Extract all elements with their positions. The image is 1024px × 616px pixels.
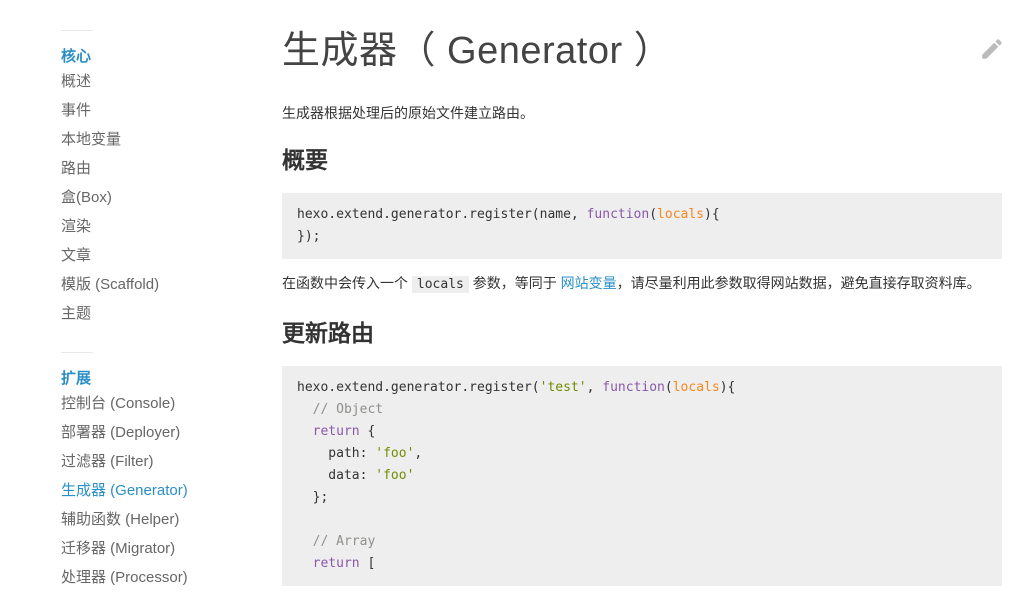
- code-text: hexo.extend.generator.register(name,: [297, 207, 587, 222]
- code-text: (: [664, 380, 673, 395]
- sidebar-item-scaffold[interactable]: 模版 (Scaffold): [61, 270, 261, 299]
- sidebar-section-extensions: 扩展 控制台 (Console) 部署器 (Deployer) 过滤器 (Fil…: [61, 352, 261, 592]
- code-argument: locals: [657, 207, 705, 222]
- sidebar-item-posts[interactable]: 文章: [61, 241, 261, 270]
- code-text: data:: [297, 468, 376, 483]
- code-text: });: [297, 229, 321, 244]
- code-keyword: function: [602, 380, 665, 395]
- section-divider: [61, 30, 93, 39]
- inline-code-locals: locals: [411, 276, 469, 293]
- code-keyword: return: [312, 556, 360, 571]
- sidebar-section-title: 扩展: [61, 370, 92, 387]
- section-heading-synopsis: 概要: [282, 147, 328, 173]
- code-text: [: [359, 556, 376, 571]
- code-block-synopsis: hexo.extend.generator.register(name, fun…: [282, 193, 1002, 259]
- code-keyword: function: [586, 207, 650, 222]
- sidebar-item-helper[interactable]: 辅助函数 (Helper): [61, 505, 261, 534]
- sidebar-item-events[interactable]: 事件: [61, 96, 261, 125]
- code-string: 'foo': [375, 468, 415, 483]
- code-text: {: [359, 424, 376, 439]
- locals-paragraph: 在函数中会传入一个 locals 参数，等同于 网站变量，请尽量利用此参数取得网…: [282, 271, 1002, 297]
- sidebar-section-core: 核心 概述 事件 本地变量 路由 盒(Box) 渲染 文章 模版 (Scaffo…: [61, 30, 261, 328]
- para-text: 参数，等同于: [468, 275, 561, 291]
- page-title: 生成器（ Generator ）: [282, 30, 673, 72]
- code-string: 'test': [539, 380, 587, 395]
- sidebar-item-render[interactable]: 渲染: [61, 212, 261, 241]
- code-block-update-routes: hexo.extend.generator.register('test', f…: [282, 366, 1002, 586]
- sidebar: 核心 概述 事件 本地变量 路由 盒(Box) 渲染 文章 模版 (Scaffo…: [61, 30, 261, 616]
- sidebar-item-themes[interactable]: 主题: [61, 299, 261, 328]
- code-string: 'foo': [375, 446, 415, 461]
- code-text: hexo.extend.generator.register(: [297, 380, 540, 395]
- sidebar-item-generator[interactable]: 生成器 (Generator): [61, 476, 261, 505]
- sidebar-section-title: 核心: [61, 48, 92, 65]
- code-text: ,: [414, 446, 423, 461]
- code-text: ,: [586, 380, 603, 395]
- para-text: 在函数中会传入一个: [282, 275, 412, 291]
- site-variables-link[interactable]: 网站变量: [561, 275, 617, 291]
- code-text: ){: [719, 380, 736, 395]
- code-comment: // Object: [297, 402, 384, 417]
- code-text: };: [297, 490, 329, 505]
- code-text: path:: [297, 446, 376, 461]
- sidebar-item-filter[interactable]: 过滤器 (Filter): [61, 447, 261, 476]
- sidebar-item-deployer[interactable]: 部署器 (Deployer): [61, 418, 261, 447]
- intro-text: 生成器根据处理后的原始文件建立路由。: [282, 105, 534, 121]
- code-argument: locals: [672, 380, 720, 395]
- section-heading-update-routes: 更新路由: [282, 320, 374, 346]
- sidebar-item-overview[interactable]: 概述: [61, 67, 261, 96]
- section-divider: [61, 352, 93, 361]
- sidebar-item-processor[interactable]: 处理器 (Processor): [61, 563, 261, 592]
- code-comment: // Array: [297, 534, 376, 549]
- sidebar-item-router[interactable]: 路由: [61, 154, 261, 183]
- sidebar-item-console[interactable]: 控制台 (Console): [61, 389, 261, 418]
- para-text: ，请尽量利用此参数取得网站数据，避免直接存取资料库。: [616, 275, 981, 291]
- article: 生成器（ Generator ） 生成器根据处理后的原始文件建立路由。 概要 h…: [282, 26, 1002, 586]
- sidebar-item-migrator[interactable]: 迁移器 (Migrator): [61, 534, 261, 563]
- sidebar-item-box[interactable]: 盒(Box): [61, 183, 261, 212]
- code-keyword: return: [312, 424, 360, 439]
- sidebar-item-locals[interactable]: 本地变量: [61, 125, 261, 154]
- code-text: (: [649, 207, 658, 222]
- code-text: ){: [704, 207, 720, 222]
